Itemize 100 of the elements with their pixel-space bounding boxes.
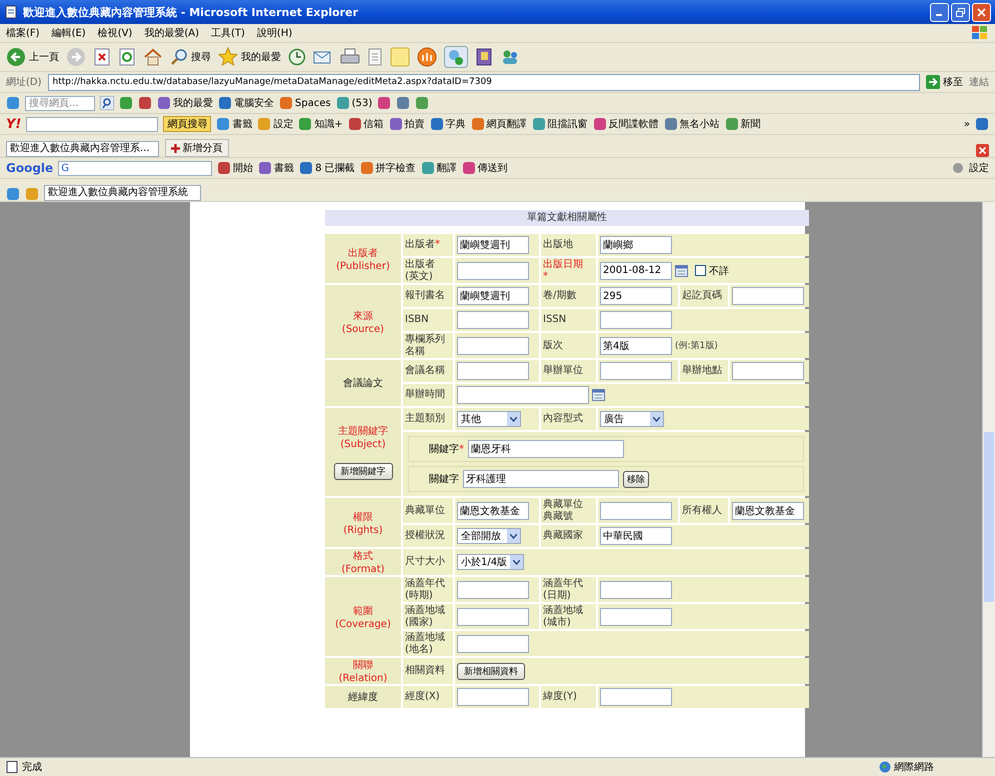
- settings-icon[interactable]: [952, 162, 964, 174]
- go-button[interactable]: 移至: [943, 75, 963, 89]
- date-field[interactable]: 2001-08-12: [600, 262, 672, 280]
- address-field[interactable]: http://hakka.nctu.edu.tw/database/lazyuManage/metaDataManage/editMeta2.aspx?dataID=7309: [48, 74, 920, 90]
- home-icon[interactable]: [143, 48, 163, 66]
- text-field[interactable]: [600, 502, 672, 520]
- toolbar-link[interactable]: 反間諜軟體: [608, 117, 659, 131]
- text-field[interactable]: 第4版: [600, 336, 672, 354]
- chat-icon[interactable]: [444, 46, 468, 68]
- menu-item[interactable]: 檔案(F): [6, 26, 40, 40]
- text-field[interactable]: [457, 336, 529, 354]
- toolbar-link[interactable]: 信箱: [364, 117, 384, 131]
- toolbar-link[interactable]: 網頁翻譯: [486, 117, 527, 131]
- text-field[interactable]: [600, 580, 672, 598]
- text-field[interactable]: 蘭嶼鄉: [600, 236, 672, 254]
- toolbar-app-icon[interactable]: [216, 117, 230, 131]
- toolbar-link[interactable]: 新聞: [740, 117, 761, 131]
- more-chevron[interactable]: »: [964, 118, 970, 130]
- text-field[interactable]: [732, 362, 804, 380]
- text-field[interactable]: [457, 262, 529, 280]
- toolbar-link[interactable]: Spaces: [295, 98, 331, 108]
- close-button[interactable]: [972, 2, 991, 22]
- note-icon[interactable]: [390, 47, 410, 67]
- printer-icon[interactable]: [340, 48, 360, 66]
- toolbar-link[interactable]: 字典: [446, 117, 466, 131]
- refresh-icon[interactable]: [118, 48, 136, 66]
- toolbar-app-icon[interactable]: [119, 96, 133, 110]
- toolbar-link[interactable]: 阻擋訊窗: [548, 117, 588, 131]
- toolbar-app-icon[interactable]: [592, 117, 607, 131]
- text-field[interactable]: [457, 362, 529, 380]
- toolbar-label[interactable]: 搜尋: [191, 50, 211, 64]
- document-icon[interactable]: [367, 48, 383, 66]
- dropdown[interactable]: 其他: [457, 411, 521, 427]
- toolbar-app-icon[interactable]: [975, 117, 989, 131]
- go-arrow-icon[interactable]: [926, 75, 940, 89]
- browser-tab[interactable]: 歡迎進入數位典藏內容管理系...: [6, 141, 159, 157]
- close-icon[interactable]: [976, 144, 989, 157]
- toolbar-app-icon[interactable]: [415, 96, 430, 110]
- toolbar-app-icon[interactable]: [258, 161, 272, 175]
- text-field[interactable]: [457, 688, 529, 706]
- search-field[interactable]: [26, 116, 158, 132]
- people-icon[interactable]: [500, 48, 520, 66]
- date-field[interactable]: [457, 386, 589, 404]
- menu-item[interactable]: 工具(T): [211, 26, 245, 40]
- text-field[interactable]: [457, 311, 529, 329]
- toolbar-app-icon[interactable]: [377, 96, 392, 110]
- text-field[interactable]: [732, 287, 804, 305]
- toolbar-link[interactable]: 開始: [233, 161, 254, 175]
- toolbar-link[interactable]: 知識+: [314, 117, 343, 131]
- toolbar-link[interactable]: 拼字檢查: [376, 161, 416, 175]
- toolbar-link[interactable]: 無名小站: [680, 117, 720, 131]
- toolbar-app-icon[interactable]: [430, 117, 444, 131]
- toolbar-link[interactable]: 拍賣: [404, 117, 425, 131]
- text-field[interactable]: 蘭嶼雙週刊: [457, 236, 529, 254]
- dropdown[interactable]: 全部開放: [457, 528, 521, 544]
- toolbar-link[interactable]: 我的最愛: [173, 96, 213, 110]
- dropdown[interactable]: 小於1/4版: [457, 554, 524, 570]
- toolbar-app-icon[interactable]: [218, 96, 232, 110]
- toolbar-app-icon[interactable]: [360, 161, 374, 175]
- toolbar-app-icon[interactable]: [217, 161, 232, 175]
- search-button[interactable]: 網頁搜尋: [163, 116, 212, 132]
- text-field[interactable]: 蘭恩文教基金: [732, 502, 804, 520]
- toolbar-link[interactable]: 8 已攔截: [315, 161, 355, 175]
- calendar-icon[interactable]: [592, 389, 605, 401]
- toolbar-app-icon[interactable]: [157, 96, 171, 110]
- toolbar-link[interactable]: 傳送到: [478, 161, 508, 175]
- logo-text[interactable]: Google: [6, 161, 54, 175]
- toolbar-app-icon[interactable]: [462, 161, 476, 175]
- toolbar-link[interactable]: 設定: [273, 117, 294, 131]
- toolbar-link[interactable]: 設定: [969, 161, 989, 175]
- toolbar-app-icon[interactable]: [664, 117, 678, 131]
- forward-icon[interactable]: [66, 47, 86, 67]
- toolbar-app-icon[interactable]: [396, 96, 410, 110]
- search-field[interactable]: G: [58, 160, 212, 176]
- toolbar-app-icon[interactable]: [6, 187, 20, 201]
- toolbar-app-icon[interactable]: [336, 96, 350, 110]
- calendar-icon[interactable]: [675, 264, 688, 276]
- toolbar-link[interactable]: (53): [352, 98, 372, 108]
- clock-icon[interactable]: [288, 48, 306, 66]
- text-field[interactable]: 295: [600, 287, 672, 305]
- toolbar-app-icon[interactable]: [724, 117, 739, 131]
- text-field[interactable]: [600, 311, 672, 329]
- toolbar-app-icon[interactable]: [470, 117, 485, 131]
- toolbar-app-icon[interactable]: [298, 117, 312, 131]
- browser-tab[interactable]: 歡迎進入數位典藏內容管理系統: [44, 185, 201, 201]
- text-field[interactable]: [457, 634, 529, 652]
- round-logo-icon[interactable]: [417, 47, 437, 67]
- toolbar-app-icon[interactable]: [420, 161, 435, 175]
- text-field[interactable]: [600, 688, 672, 706]
- toolbar-link[interactable]: 翻譯: [436, 161, 457, 175]
- restore-button[interactable]: [951, 2, 970, 22]
- keyword-field[interactable]: 牙科護理: [463, 470, 619, 488]
- toolbar-label[interactable]: 上一頁: [29, 50, 59, 64]
- text-field[interactable]: [600, 362, 672, 380]
- search-field[interactable]: 搜尋網頁...: [25, 96, 95, 110]
- keyword-field[interactable]: 蘭恩牙科: [468, 440, 624, 458]
- remove-button[interactable]: 移除: [623, 470, 649, 488]
- links-label[interactable]: 連結: [969, 75, 989, 89]
- book-icon[interactable]: [475, 47, 493, 67]
- menu-item[interactable]: 我的最愛(A): [144, 26, 199, 40]
